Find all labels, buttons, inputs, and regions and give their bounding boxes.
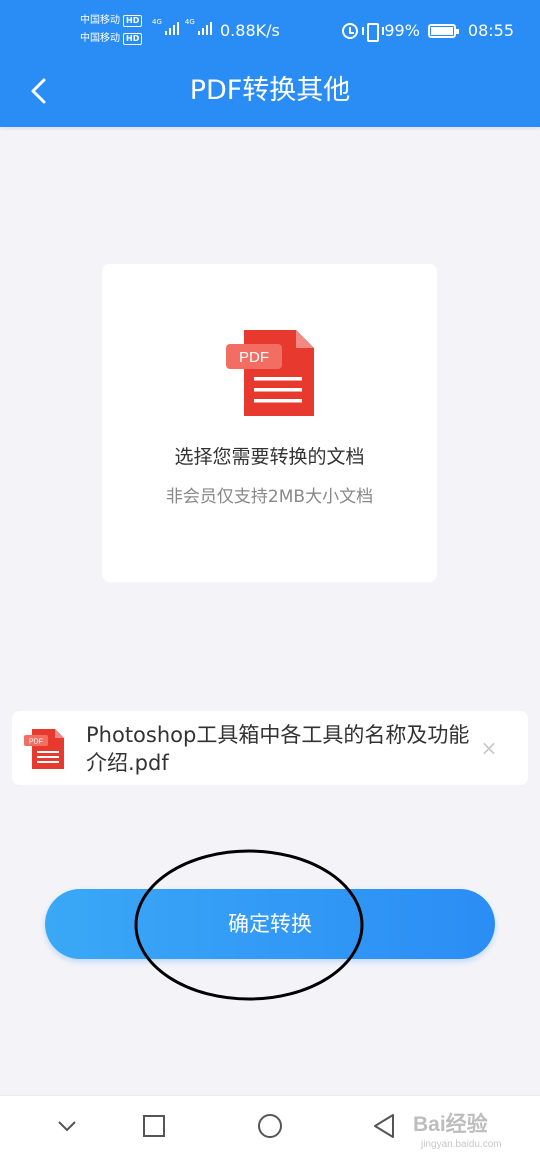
battery-percent: 99%	[384, 21, 420, 40]
nav-bar: PDF转换其他	[0, 56, 540, 127]
carrier-2-name: 中国移动	[80, 33, 120, 44]
nav-hide-button[interactable]	[50, 1109, 84, 1143]
pdf-icon-label: PDF	[29, 739, 43, 746]
file-name: Photoshop工具箱中各工具的名称及功能介绍.pdf	[86, 723, 470, 775]
vibrate-icon	[362, 22, 385, 42]
signal-icon: 4G	[185, 19, 212, 35]
remove-file-button[interactable]: ×	[474, 733, 504, 763]
carrier-2: 中国移动 HD	[80, 33, 143, 45]
battery-icon	[427, 24, 459, 38]
watermark-sub: jingyan.baidu.com	[420, 1139, 502, 1150]
nav-recent-button[interactable]	[137, 1109, 171, 1143]
select-document-card[interactable]: PDF 选择您需要转换的文档 非会员仅支持2MB大小文档	[102, 264, 437, 582]
status-bar: 中国移动 HD 中国移动 HD 4G 4G 0.88K/s 99% 08:55	[0, 0, 540, 56]
signal-icon: 4G	[152, 19, 179, 35]
baidu-jingyan-watermark: Bai经验 jingyan.baidu.com	[413, 1112, 502, 1150]
pdf-file-icon: PDF	[24, 729, 64, 769]
pdf-file-icon: PDF	[226, 330, 314, 416]
network-type: 4G	[152, 18, 162, 26]
circle-home-icon	[258, 1114, 282, 1138]
confirm-convert-button[interactable]: 确定转换	[45, 889, 495, 959]
top-app-bar: 中国移动 HD 中国移动 HD 4G 4G 0.88K/s 99% 08:55	[0, 0, 540, 127]
selected-file-row: PDF Photoshop工具箱中各工具的名称及功能介绍.pdf ×	[12, 711, 528, 785]
nav-back-button[interactable]	[367, 1109, 401, 1143]
pdf-icon-label: PDF	[239, 349, 269, 366]
nav-home-button[interactable]	[253, 1109, 287, 1143]
network-type: 4G	[184, 18, 195, 26]
carrier-1: 中国移动 HD	[80, 15, 143, 27]
signal-icons: 4G 4G	[152, 19, 212, 35]
net-speed: 0.88K/s	[220, 21, 280, 40]
page-title: PDF转换其他	[189, 75, 351, 106]
alarm-icon	[342, 23, 359, 39]
clock: 08:55	[467, 21, 514, 40]
close-icon: ×	[480, 736, 498, 760]
square-recent-icon	[143, 1115, 165, 1137]
upload-limit-note: 非会员仅支持2MB大小文档	[165, 487, 374, 507]
hd-badge: HD	[123, 15, 143, 27]
carrier-1-name: 中国移动	[80, 15, 120, 26]
hd-badge: HD	[123, 33, 143, 45]
chevron-down-icon	[58, 1121, 76, 1132]
upload-title: 选择您需要转换的文档	[174, 446, 365, 468]
status-right: 99% 08:55	[342, 21, 514, 42]
triangle-back-icon	[374, 1114, 394, 1138]
watermark-text: Bai经验	[413, 1112, 488, 1136]
